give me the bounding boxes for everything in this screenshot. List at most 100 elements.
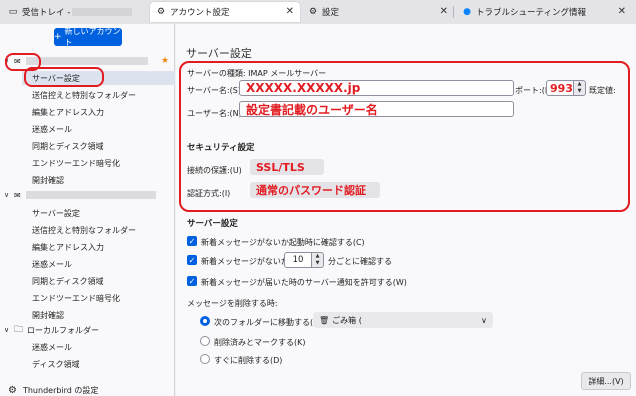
server-settings-heading: サーバー設定 [187,219,238,229]
sidebar-item-sync[interactable]: 同期とディスク領域 [32,139,103,153]
sidebar-item-junk[interactable]: 迷惑メール [32,340,72,354]
sidebar-item-e2ee[interactable]: エンドツーエンド暗号化 [32,156,120,170]
delete-immediately-radio[interactable] [200,354,210,364]
details-button-label: 詳細...(V) [588,376,624,386]
connection-security-label: 接続の保護:(U) [187,166,242,175]
check-interval-checkbox[interactable]: ✓ [187,255,197,265]
star-icon: ★ [161,56,170,66]
redacted-account [72,8,133,16]
up-icon[interactable]: ▲ [578,81,582,88]
plus-icon: + [54,32,62,42]
sidebar-item-server-settings[interactable]: サーバー設定 [32,206,80,220]
sidebar-item-label: 同期とディスク領域 [32,276,104,286]
username-value: 設定書記載のユーザー名 [246,102,378,117]
chevron-down-icon[interactable]: ∨ [4,57,12,65]
auth-method-select[interactable]: 通常のパスワード認証 [250,182,380,198]
chevron-down-icon[interactable]: ∨ [4,191,12,199]
server-notify-checkbox[interactable]: ✓ [187,276,197,286]
server-name-value: XXXXX.XXXXX.jp [246,81,361,95]
sidebar-item-server-settings[interactable]: サーバー設定 [22,71,175,85]
sidebar-item-label: 編集とアドレス入力 [32,107,104,117]
mail-icon: ✉ [14,190,21,200]
local-folders-label: ローカルフォルダー [27,325,100,335]
gear-icon: ⚙ [308,7,318,17]
sidebar-item-label: サーバー設定 [32,208,80,218]
tab-strip: ▭ 受信トレイ - ⚙ アカウント設定 ✕ ⚙ 設定 ✕ ● トラブルシューティ… [0,0,636,24]
sidebar-item-label: 迷惑メール [32,259,72,269]
mail-icon: ✉ [14,56,21,66]
connection-security-select[interactable]: SSL/TLS [250,159,324,175]
gear-icon: ⚙ [156,7,166,17]
redacted-account-name [25,57,148,65]
auth-method-label: 認証方式:(I) [187,189,231,198]
close-icon[interactable]: ✕ [286,6,294,17]
gear-icon: ⚙ [8,385,17,396]
sidebar-item-e2ee[interactable]: エンドツーエンド暗号化 [32,291,120,305]
port-field[interactable]: 993 [546,80,574,96]
up-icon[interactable]: ▲ [316,253,320,260]
down-icon[interactable]: ▼ [578,88,582,95]
close-icon[interactable]: ✕ [618,6,626,17]
tab-separator [453,6,454,18]
server-type: サーバーの種類: IMAP メールサーバー [187,69,327,78]
move-to-folder-label: 次のフォルダーに移動する(O): [214,318,326,327]
auth-method-value: 通常のパスワード認証 [256,184,366,197]
sidebar-item-composition[interactable]: 編集とアドレス入力 [32,105,104,119]
port-value: 993 [550,81,573,95]
check-interval-suffix: 分ごとに確認する [328,257,392,266]
server-name-field[interactable]: XXXXX.XXXXX.jp [239,80,514,96]
tab-label: トラブルシューティング情報 [476,8,586,18]
interval-spinner[interactable]: ▲ ▼ [312,252,324,268]
sidebar-item-label: 開封確認 [32,175,64,185]
connection-security-value: SSL/TLS [256,160,305,174]
mark-deleted-label: 削除済みとマークする(K) [214,338,306,347]
username-field[interactable]: 設定書記載のユーザー名 [239,101,514,117]
chevron-down-icon: ∨ [481,315,487,325]
close-icon[interactable]: ✕ [440,6,448,17]
sidebar-item-label: ディスク領域 [32,359,80,369]
sidebar-item-junk[interactable]: 迷惑メール [32,257,72,271]
tab-settings[interactable]: ⚙ 設定 ✕ [302,2,454,22]
sidebar-item-receipts[interactable]: 開封確認 [32,173,64,187]
thunderbird-settings-link[interactable]: ⚙ Thunderbird の設定 [8,385,98,396]
new-account-button[interactable]: + 新しいアカウント [54,27,122,47]
trash-icon: 🗑 [319,315,330,325]
redacted-account-name [25,191,156,199]
check-startup-label: 新着メッセージがないか起動時に確認する(C) [201,238,365,247]
inbox-icon: ▭ [8,7,18,17]
chevron-down-icon[interactable]: ∨ [4,326,12,334]
sidebar-item-composition[interactable]: 編集とアドレス入力 [32,240,104,254]
mark-deleted-radio[interactable] [200,336,210,346]
delete-heading: メッセージを削除する時: [187,299,278,308]
tab-inbox[interactable]: ▭ 受信トレイ - [2,2,147,22]
sidebar-item-copies-folders[interactable]: 送信控えと特別なフォルダー [32,223,136,237]
sidebar-item-label: 迷惑メール [32,124,72,134]
tab-label: 設定 [322,8,340,18]
move-to-folder-radio[interactable] [200,316,210,326]
sidebar-item-label: 送信控えと特別なフォルダー [32,225,136,235]
tab-label: 受信トレイ - [22,8,71,18]
check-startup-checkbox[interactable]: ✓ [187,236,197,246]
page-title: サーバー設定 [186,47,252,60]
sidebar-item-disk[interactable]: ディスク領域 [32,357,79,371]
trash-folder-select[interactable]: 🗑 ごみ箱 ( ∨ [313,312,493,328]
account2-header[interactable]: ∨ ✉ [4,188,156,202]
trash-folder-value: ごみ箱 ( [332,315,362,325]
check-interval-field[interactable]: 10 [284,252,312,268]
local-folders-header[interactable]: ∨ 🗀 ローカルフォルダー [4,323,99,337]
sidebar-item-junk[interactable]: 迷惑メール [32,122,72,136]
tab-account-settings[interactable]: ⚙ アカウント設定 ✕ [150,2,300,22]
details-button[interactable]: 詳細...(V) [581,372,631,390]
sidebar-item-copies-folders[interactable]: 送信控えと特別なフォルダー [32,88,136,102]
sidebar-item-sync[interactable]: 同期とディスク領域 [32,274,103,288]
account1-header[interactable]: ∨ ✉ [4,54,148,68]
tab-label: アカウント設定 [170,8,230,18]
port-spinner[interactable]: ▲ ▼ [574,80,586,96]
thunderbird-icon: ● [463,7,471,17]
sidebar-item-label: 開封確認 [32,310,64,320]
down-icon[interactable]: ▼ [316,260,320,267]
sidebar-item-receipts[interactable]: 開封確認 [32,308,64,322]
check-interval-value: 10 [292,255,304,265]
sidebar-item-label: 迷惑メール [32,342,72,352]
tab-troubleshooting[interactable]: ● トラブルシューティング情報 ✕ [456,2,632,22]
